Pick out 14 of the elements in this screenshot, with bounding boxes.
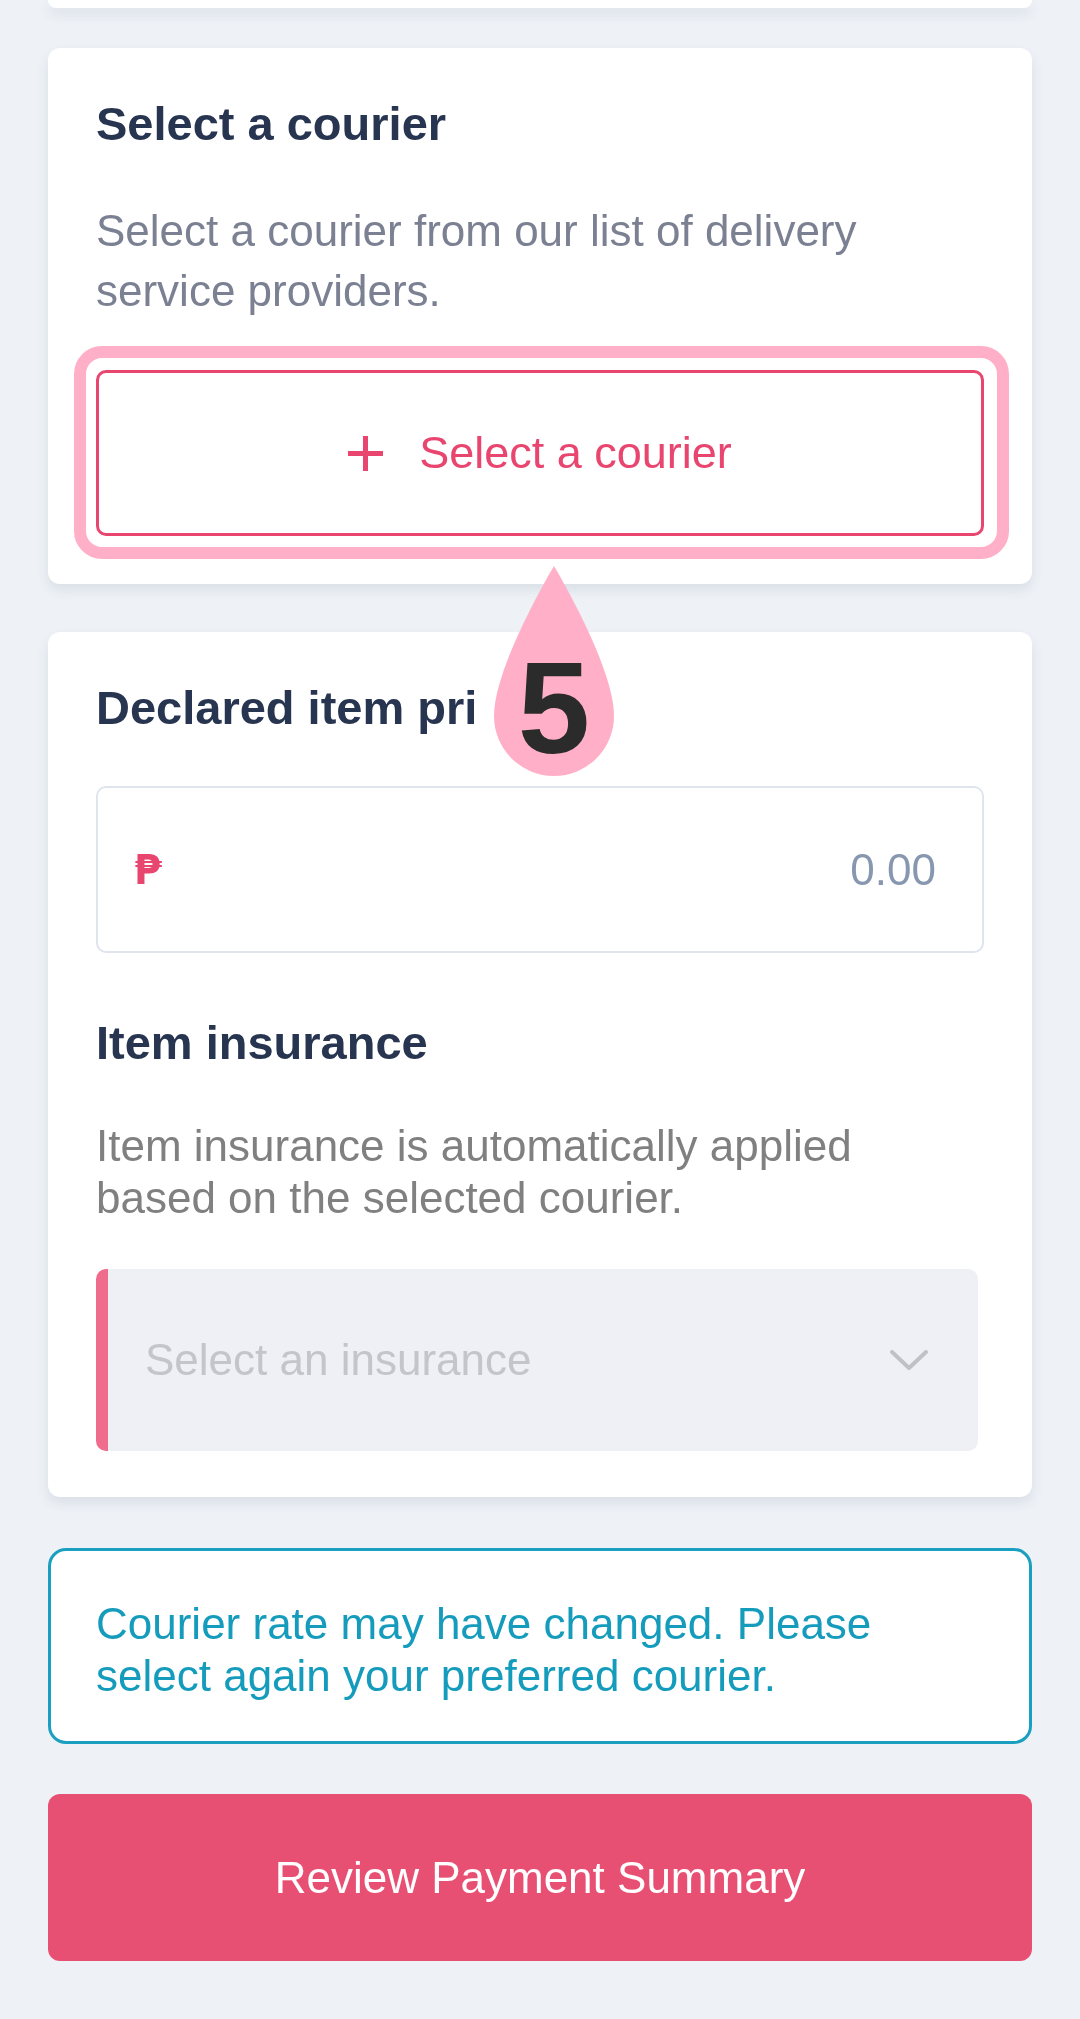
currency-symbol: ₱ bbox=[134, 845, 162, 895]
chevron-down-icon bbox=[890, 1349, 928, 1371]
plus-icon bbox=[348, 435, 384, 471]
section-description: Item insurance is automatically applied based on the selected courier. bbox=[96, 1120, 853, 1224]
price-field[interactable]: ₱ 0.00 bbox=[96, 786, 984, 953]
amount-input[interactable]: 0.00 bbox=[161, 836, 936, 903]
step-marker: 5 bbox=[494, 566, 614, 776]
select-courier-button[interactable]: Select a courier bbox=[96, 370, 984, 536]
notice-text: Courier rate may have changed. Please select again your preferred courier. bbox=[96, 1598, 873, 1702]
section-description: Select a courier from our list of delivery service providers. bbox=[96, 205, 858, 317]
section-title: Declared item pri bbox=[96, 680, 478, 736]
section-title: Item insurance bbox=[96, 1015, 428, 1071]
section-title: Select a courier bbox=[96, 96, 447, 152]
review-payment-button[interactable]: Review Payment Summary bbox=[48, 1794, 1032, 1961]
